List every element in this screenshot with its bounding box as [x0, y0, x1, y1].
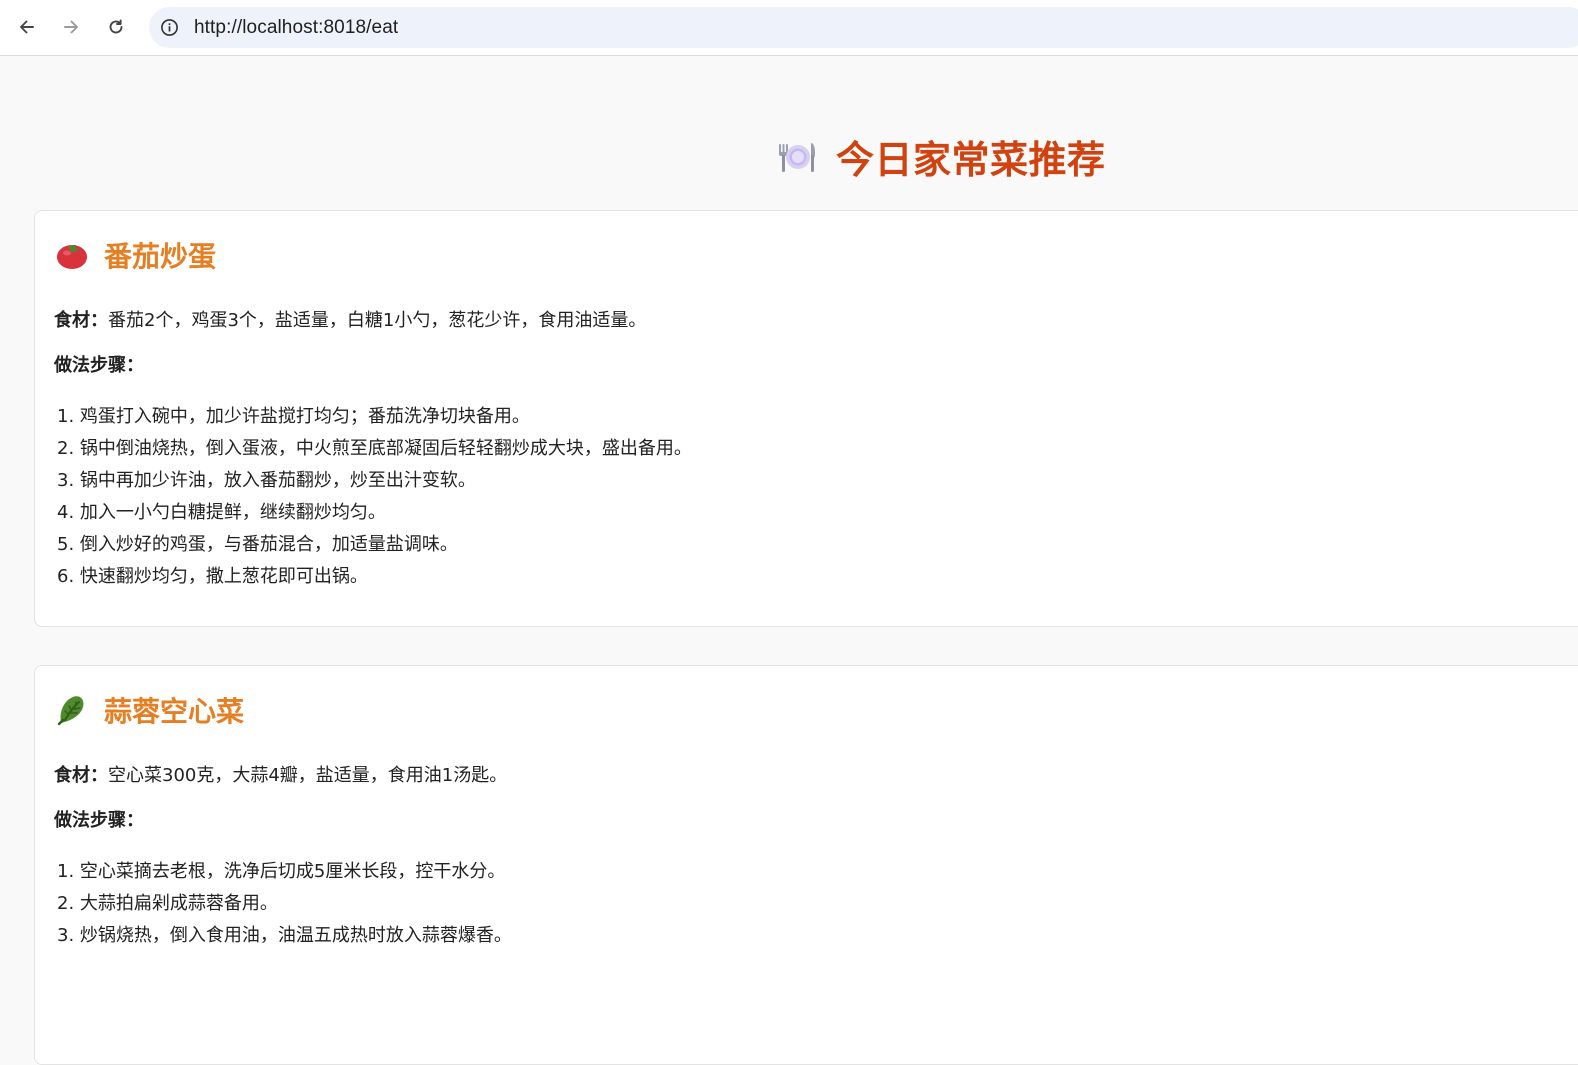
ingredients-text: 空心菜300克，大蒜4瓣，盐适量，食用油1汤匙。 — [108, 765, 508, 786]
ingredients-text: 番茄2个，鸡蛋3个，盐适量，白糖1小勺，葱花少许，食用油适量。 — [108, 310, 647, 331]
steps-heading: 做法步骤： — [54, 810, 144, 831]
site-info-icon[interactable] — [159, 18, 179, 38]
ingredients-line: 食材：番茄2个，鸡蛋3个，盐适量，白糖1小勺，葱花少许，食用油适量。 — [54, 306, 646, 332]
arrow-right-icon — [64, 20, 78, 34]
recipe-header: 蒜蓉空心菜 — [55, 690, 244, 730]
page-title: 今日家常菜推荐 — [776, 129, 1106, 184]
step-item: 6. 快速翻炒均匀，撒上葱花即可出锅。 — [57, 566, 368, 587]
tomato-icon — [57, 245, 87, 269]
step-item: 4. 加入一小勺白糖提鲜，继续翻炒均匀。 — [57, 502, 386, 523]
ingredients-label: 食材： — [54, 310, 108, 331]
recipe-card: 番茄炒蛋 食材：番茄2个，鸡蛋3个，盐适量，白糖1小勺，葱花少许，食用油适量。 … — [34, 210, 1578, 627]
arrow-left-icon — [20, 20, 34, 34]
recipe-title: 蒜蓉空心菜 — [104, 695, 245, 728]
url-text[interactable]: http://localhost:8018/eat — [194, 17, 398, 39]
step-item: 3. 锅中再加少许油，放入番茄翻炒，炒至出汁变软。 — [57, 470, 476, 491]
reload-button[interactable] — [99, 10, 133, 44]
step-item: 3. 炒锅烧热，倒入食用油，油温五成热时放入蒜蓉爆香。 — [57, 925, 512, 946]
ingredients-label: 食材： — [54, 765, 108, 786]
step-item: 5. 倒入炒好的鸡蛋，与番茄混合，加适量盐调味。 — [57, 534, 458, 555]
steps-list: 1. 鸡蛋打入碗中，加少许盐搅打均匀；番茄洗净切块备用。 2. 锅中倒油烧热，倒… — [57, 401, 692, 593]
page-body: 今日家常菜推荐 番茄炒蛋 食材：番茄2个，鸡蛋3个，盐适量，白糖1小勺，葱花少许… — [0, 57, 1578, 1065]
step-item: 2. 大蒜拍扁剁成蒜蓉备用。 — [57, 893, 278, 914]
recipe-header: 番茄炒蛋 — [55, 235, 216, 275]
step-item: 1. 鸡蛋打入碗中，加少许盐搅打均匀；番茄洗净切块备用。 — [57, 406, 530, 427]
recipe-card: 蒜蓉空心菜 食材：空心菜300克，大蒜4瓣，盐适量，食用油1汤匙。 做法步骤： … — [34, 665, 1578, 1065]
leafy-green-icon — [57, 696, 84, 726]
steps-heading: 做法步骤： — [54, 355, 144, 376]
step-item: 1. 空心菜摘去老根，洗净后切成5厘米长段，控干水分。 — [57, 861, 506, 882]
ingredients-line: 食材：空心菜300克，大蒜4瓣，盐适量，食用油1汤匙。 — [54, 761, 507, 787]
steps-list: 1. 空心菜摘去老根，洗净后切成5厘米长段，控干水分。 2. 大蒜拍扁剁成蒜蓉备… — [57, 856, 512, 952]
plate-with-cutlery-icon — [779, 142, 815, 172]
reload-icon — [109, 19, 123, 34]
back-button[interactable] — [10, 10, 44, 44]
browser-toolbar: http://localhost:8018/eat — [0, 0, 1578, 56]
forward-button[interactable] — [54, 10, 88, 44]
recipe-title: 番茄炒蛋 — [104, 240, 217, 273]
step-item: 2. 锅中倒油烧热，倒入蛋液，中火煎至底部凝固后轻轻翻炒成大块，盛出备用。 — [57, 438, 692, 459]
page-title-text: 今日家常菜推荐 — [836, 138, 1106, 182]
address-bar[interactable]: http://localhost:8018/eat — [149, 7, 1578, 48]
